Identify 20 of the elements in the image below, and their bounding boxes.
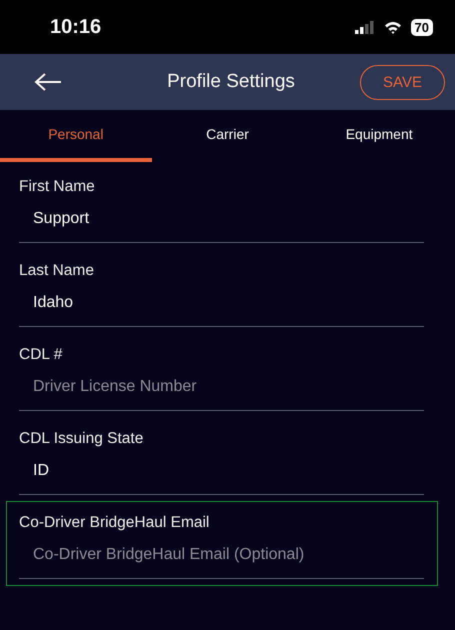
- tab[interactable]: Carrier: [152, 110, 304, 162]
- signal-icon: [354, 20, 375, 34]
- field-label: CDL #: [19, 346, 64, 364]
- input-field[interactable]: Driver License Number: [19, 378, 424, 411]
- back-arrow-icon[interactable]: [34, 72, 62, 92]
- tab[interactable]: Equipment: [303, 110, 455, 162]
- status-time: 10:16: [50, 16, 102, 38]
- field-label: Last Name: [19, 262, 95, 280]
- input-field[interactable]: Co-Driver BridgeHaul Email (Optional): [19, 546, 424, 579]
- page-title: Profile Settings: [166, 71, 296, 93]
- field-label: First Name: [19, 178, 96, 196]
- field-label: CDL Issuing State: [19, 430, 144, 448]
- input-field[interactable]: Support: [19, 210, 424, 243]
- input-field[interactable]: ID: [19, 462, 424, 495]
- save-button[interactable]: SAVE: [360, 64, 445, 100]
- wifi-icon: [384, 20, 402, 34]
- tab[interactable]: Personal: [0, 110, 152, 162]
- input-field[interactable]: Idaho: [19, 294, 424, 327]
- battery-level: 70: [410, 18, 433, 36]
- field-label: Co-Driver BridgeHaul Email: [19, 514, 210, 532]
